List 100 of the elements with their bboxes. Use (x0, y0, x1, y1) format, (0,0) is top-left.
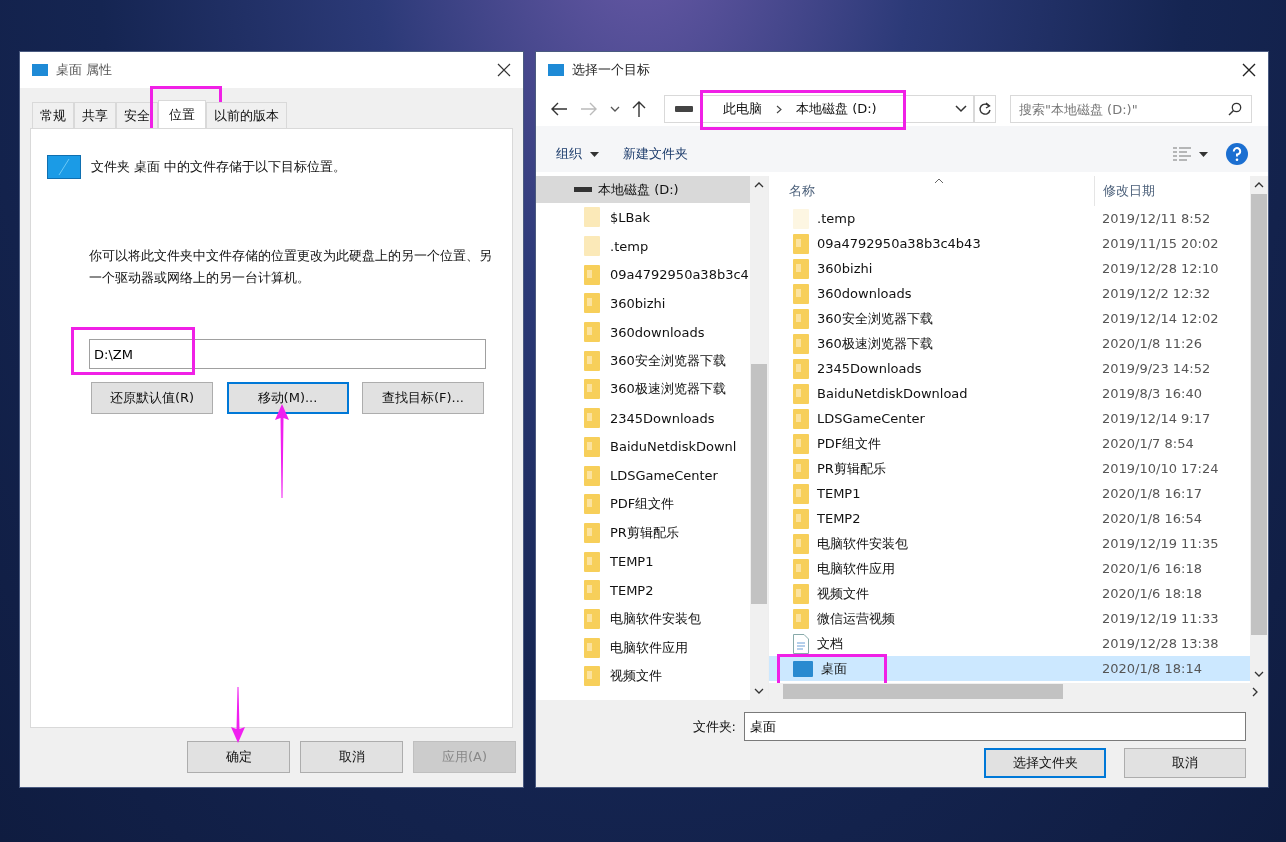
file-row[interactable]: LDSGameCenter 2019/12/14 9:17 (769, 406, 1250, 431)
file-row[interactable]: TEMP2 2020/1/8 16:54 (769, 506, 1250, 531)
tree-item[interactable]: $LBak (536, 203, 750, 232)
scrollbar[interactable] (769, 683, 1268, 700)
tree-item[interactable]: 视频文件 (536, 662, 750, 691)
file-date: 2019/12/28 13:38 (1101, 636, 1220, 651)
tree-item[interactable]: .temp (536, 231, 750, 261)
chevron-down-icon[interactable] (754, 688, 764, 694)
file-row[interactable]: 视频文件 2020/1/6 18:18 (769, 581, 1250, 606)
file-row[interactable]: 360安全浏览器下载 2019/12/14 12:02 (769, 306, 1250, 331)
file-date: 2019/10/10 17:24 (1101, 461, 1220, 476)
sort-caret-icon (934, 178, 944, 184)
tab[interactable]: 位置 (158, 100, 206, 128)
file-row[interactable]: PR剪辑配乐 2019/10/10 17:24 (769, 456, 1250, 481)
dialog-button[interactable]: 移动(M)... (226, 382, 349, 414)
address-bar[interactable]: 此电脑 本地磁盘 (D:) (664, 95, 974, 123)
file-date: 2019/11/15 20:02 (1101, 236, 1220, 251)
search-field[interactable]: 搜索"本地磁盘 (D:)" (1010, 95, 1252, 123)
breadcrumb[interactable]: 本地磁盘 (D:) (796, 100, 877, 118)
tree-item[interactable]: 电脑软件安装包 (536, 604, 750, 634)
drive-icon (574, 187, 592, 192)
file-row[interactable]: 360bizhi 2019/12/28 12:10 (769, 256, 1250, 281)
tree-item[interactable]: LDSGameCenter (536, 461, 750, 490)
tree-item[interactable]: 360极速浏览器下载 (536, 375, 750, 404)
chevron-up-icon[interactable] (1254, 182, 1264, 188)
file-name: 视频文件 (817, 584, 869, 603)
tab[interactable]: 共享 (74, 102, 116, 128)
toolbar-button[interactable]: 新建文件夹 (623, 145, 688, 163)
file-date: 2020/1/8 18:14 (1101, 661, 1203, 676)
chevron-down-icon[interactable] (1254, 671, 1264, 677)
tree-item[interactable]: BaiduNetdiskDownl (536, 432, 750, 462)
tree-item[interactable]: TEMP1 (536, 547, 750, 576)
tree-item[interactable]: 360安全浏览器下载 (536, 346, 750, 376)
file-row[interactable]: 360极速浏览器下载 2020/1/8 11:26 (769, 331, 1250, 356)
folder-name-field[interactable]: 桌面 (744, 712, 1246, 741)
file-row[interactable]: 2345Downloads 2019/9/23 14:52 (769, 356, 1250, 381)
dialog-button[interactable]: 取消 (1124, 748, 1246, 778)
back-arrow-icon[interactable] (550, 102, 568, 116)
tree-item[interactable]: PDF组文件 (536, 489, 750, 519)
caret-icon (1199, 151, 1208, 157)
dialog-button[interactable]: 还原默认值(R) (91, 382, 213, 414)
file-row[interactable]: 桌面 2020/1/8 18:14 (769, 656, 1250, 681)
chevron-down-icon[interactable] (955, 105, 967, 113)
file-name: 360downloads (817, 286, 912, 301)
toolbar-button[interactable]: 组织 (556, 145, 599, 163)
drive-icon (675, 105, 693, 113)
file-row[interactable]: 电脑软件应用 2020/1/6 16:18 (769, 556, 1250, 581)
help-icon[interactable] (1226, 143, 1248, 165)
scrollbar[interactable] (1250, 176, 1268, 683)
tab[interactable]: 以前的版本 (206, 102, 287, 128)
scrollbar[interactable] (750, 176, 768, 700)
file-name: LDSGameCenter (817, 411, 925, 426)
file-row[interactable]: 微信运营视频 2019/12/19 11:33 (769, 606, 1250, 631)
chevron-down-icon[interactable] (610, 105, 620, 113)
tab[interactable]: 安全 (116, 102, 158, 128)
file-row[interactable]: 360downloads 2019/12/2 12:32 (769, 281, 1250, 306)
details-view-icon (1173, 147, 1191, 161)
chevron-up-icon[interactable] (754, 182, 764, 188)
dialog-button[interactable]: 取消 (300, 741, 403, 773)
tab[interactable]: 常规 (32, 102, 74, 128)
dialog-button[interactable]: 确定 (187, 741, 290, 773)
file-row[interactable]: TEMP1 2020/1/8 16:17 (769, 481, 1250, 506)
file-date: 2019/12/14 12:02 (1101, 311, 1220, 326)
caret-icon (590, 151, 599, 157)
desktop-icon (47, 155, 81, 179)
file-name: BaiduNetdiskDownload (817, 386, 968, 401)
path-field[interactable]: D:\ZM (89, 339, 486, 369)
tree-item[interactable]: 360downloads (536, 317, 750, 347)
file-date: 2020/1/8 16:17 (1101, 486, 1203, 501)
window-title: 桌面 属性 (56, 61, 113, 79)
desktop-icon (32, 64, 48, 76)
close-icon[interactable] (497, 63, 511, 77)
file-row[interactable]: PDF组文件 2020/1/7 8:54 (769, 431, 1250, 456)
tree-item[interactable]: 360bizhi (536, 289, 750, 318)
tree-item[interactable]: 2345Downloads (536, 403, 750, 433)
tree-item[interactable]: 09a4792950a38b3c4 (536, 260, 750, 290)
column-header[interactable]: 修改日期 (1094, 176, 1234, 206)
chevron-right-icon[interactable] (1252, 686, 1258, 697)
window-title: 选择一个目标 (572, 61, 650, 79)
up-arrow-icon[interactable] (632, 100, 646, 118)
column-header[interactable]: 名称 (769, 182, 1094, 200)
file-row[interactable]: 电脑软件安装包 2019/12/19 11:35 (769, 531, 1250, 556)
tree-item[interactable]: TEMP2 (536, 575, 750, 605)
dialog-button[interactable]: 选择文件夹 (984, 748, 1106, 778)
dialog-button[interactable]: 查找目标(F)... (362, 382, 484, 414)
tree-item[interactable]: 电脑软件应用 (536, 633, 750, 662)
view-options-button[interactable] (1173, 147, 1208, 161)
file-row[interactable]: .temp 2019/12/11 8:52 (769, 206, 1250, 231)
file-row[interactable]: BaiduNetdiskDownload 2019/8/3 16:40 (769, 381, 1250, 406)
file-date: 2020/1/6 18:18 (1101, 586, 1203, 601)
file-row[interactable]: 文档 2019/12/28 13:38 (769, 631, 1250, 656)
refresh-button[interactable] (974, 95, 996, 123)
file-name: 文档 (817, 634, 843, 653)
file-row[interactable]: 09a4792950a38b3c4b43 2019/11/15 20:02 (769, 231, 1250, 256)
tree-item[interactable]: 本地磁盘 (D:) (536, 176, 750, 203)
file-date: 2019/12/2 12:32 (1101, 286, 1212, 301)
close-icon[interactable] (1242, 63, 1256, 77)
breadcrumb[interactable]: 此电脑 (723, 100, 762, 118)
tree-item[interactable]: PR剪辑配乐 (536, 518, 750, 548)
refresh-icon (978, 102, 992, 116)
